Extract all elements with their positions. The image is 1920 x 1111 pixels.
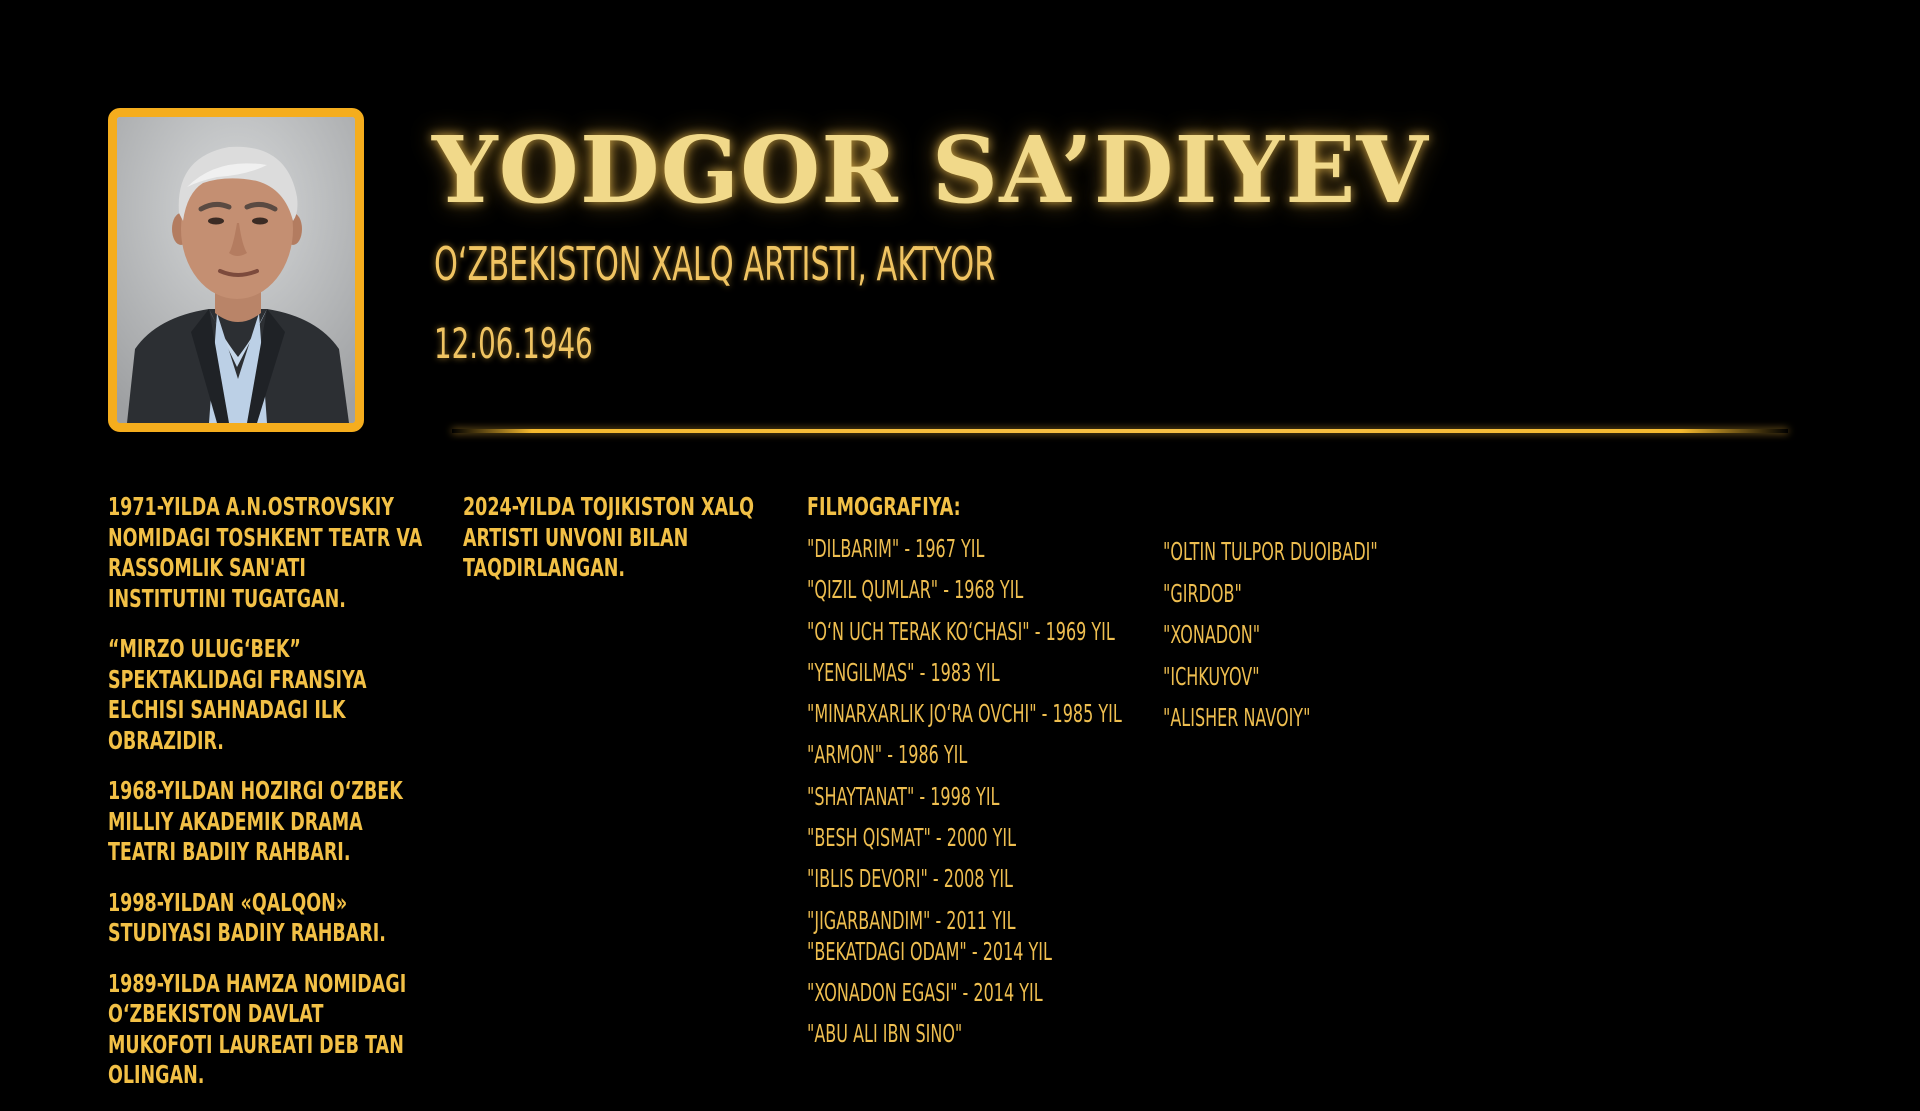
film-item: "Girdob" [1163,578,1242,608]
film-item: "Minarxarlik Jo‘ra ovchi" - 1985 yil [807,699,1122,729]
biography-paragraph: 1989-yilda Hamza nomidagi O‘zbekiston Da… [108,968,407,1090]
film-item: "Shaytanat" - 1998 yil [807,781,1000,811]
film-item: "Xonadon egasi" - 2014 yil [807,977,1043,1007]
header-divider [452,429,1788,433]
film-item: "Xonadon" [1163,620,1261,649]
film-item: "Qizil qumlar" - 1968 yil [807,575,1024,605]
film-item: "Armon" - 1986 yil [807,740,968,770]
film-item: "O‘n uch terak ko‘chasi" - 1969 yil [807,616,1115,646]
film-item: "Dilbarim" - 1967 yil [807,534,985,563]
filmography-list-2: "Oltin tulpor duoibadi" "Girdob" "Xonado… [1163,537,1499,745]
film-item: "Abu Ali ibn Sino" [807,1019,963,1049]
film-item: "Bekatdagi odam" - 2014 yil [807,936,1052,966]
film-item: "Oltin tulpor duoibadi" [1163,537,1378,566]
person-name: YODGOR SA’DIYEV [432,116,1429,224]
portrait-illustration [117,117,355,423]
biography-paragraph: 2024-yilda Tojikiston xalq artisti unvon… [463,492,755,582]
film-item: "Yengilmas" - 1983 yil [807,657,1000,687]
biography-paragraph: 1998-yildan «Qalqon» studiyasi badiiy ra… [108,887,386,948]
film-item: "Alisher Navoiy" [1163,703,1311,732]
film-item: "Ichkuyov" [1163,661,1260,691]
biography-paragraph: 1971-yilda A.N.Ostrovskiy nomidagi Toshk… [108,492,423,613]
portrait-photo [108,108,364,432]
filmography-heading: FILMOGRAFIYA: [807,492,961,521]
person-title: O‘ZBEKISTON XALQ ARTISTI, AKTYOR [434,237,996,291]
film-item: "Jigarbandim" - 2011 yil [807,905,1016,935]
birth-date: 12.06.1946 [434,319,593,368]
film-item: "Besh qismat" - 2000 yil [807,823,1016,853]
film-item: "Iblis devori" - 2008 yil [807,864,1013,894]
biography-paragraph: 1968-yildan hozirgi O‘zbek Milliy Akadem… [108,776,403,866]
biography-paragraph: “Mirzo Ulug‘bek” spektaklidagi Fransiya … [108,634,367,755]
